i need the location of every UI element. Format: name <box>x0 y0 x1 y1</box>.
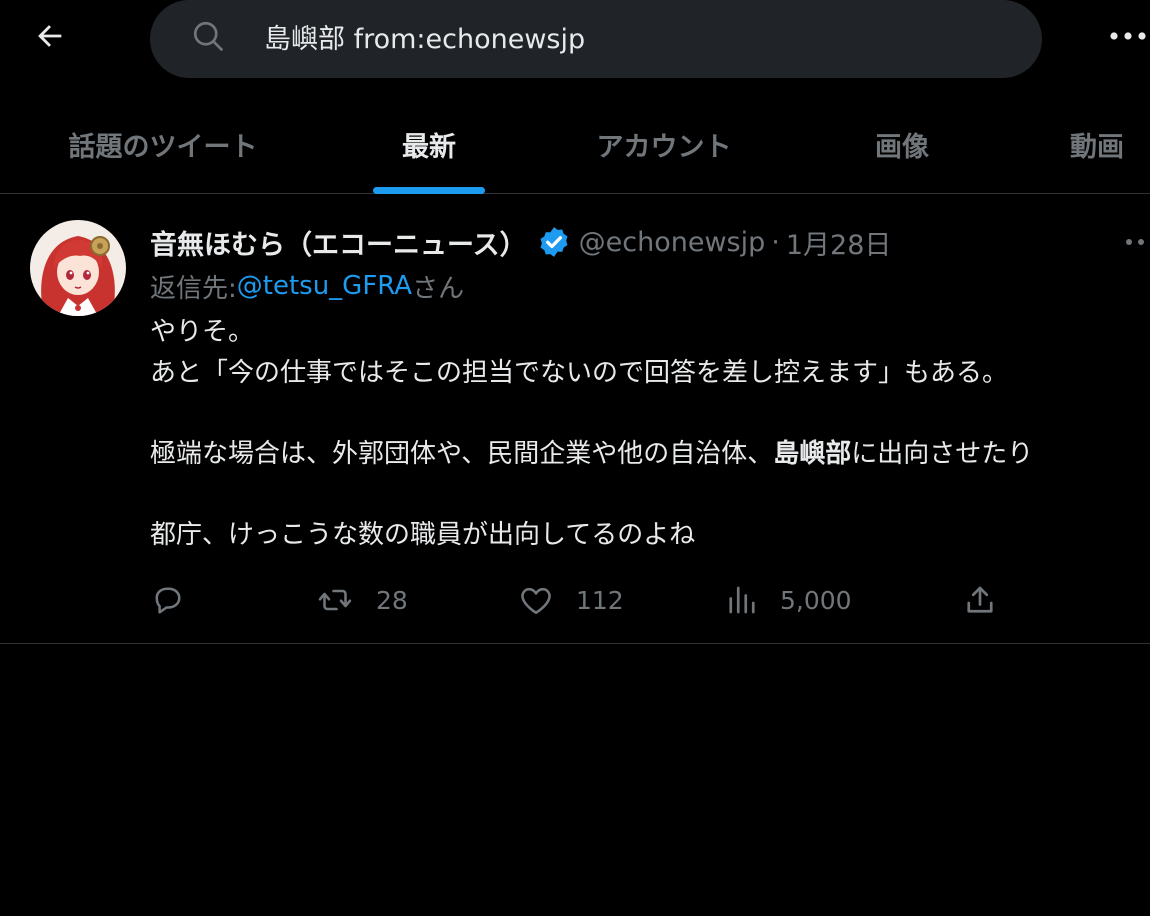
tab-top-tweets[interactable]: 話題のツイート <box>30 96 296 193</box>
verified-badge-icon <box>540 227 568 257</box>
retweet-count: 28 <box>376 585 408 615</box>
highlighted-search-term: 島嶼部 <box>773 438 852 469</box>
tweet-text-segment: 極端な場合は、外郭団体や、民間企業や他の自治体、 <box>150 438 774 469</box>
more-dots-icon <box>1126 239 1144 245</box>
retweet-icon <box>318 589 352 611</box>
tweet-text-segment: に出向させたり <box>851 438 1034 469</box>
back-arrow-icon <box>38 25 62 47</box>
tab-label: 動画 <box>1070 132 1124 163</box>
user-handle[interactable]: @echonewsjp <box>579 227 766 258</box>
tweet-body: やりそ。 あと「今の仕事ではそこの担当でないので回答を差し控えます」もある。 極… <box>150 312 1140 555</box>
top-bar <box>0 0 1150 96</box>
heart-icon <box>521 587 551 615</box>
tweet[interactable]: 音無ほむら（エコーニュース） @echonewsjp · 1月28日 返信先: … <box>0 194 1150 644</box>
tweet-date[interactable]: 1月28日 <box>786 223 892 262</box>
search-icon <box>193 21 223 51</box>
retweet-button[interactable]: 28 <box>316 578 408 622</box>
reply-prefix: 返信先: <box>150 273 237 304</box>
tweet-line: あと「今の仕事ではそこの担当でないので回答を差し控えます」もある。 <box>150 357 1009 388</box>
tweet-actions: 28 112 5,000 <box>150 578 1050 622</box>
share-icon <box>967 586 993 613</box>
views-button[interactable]: 5,000 <box>724 578 852 622</box>
tab-label: 画像 <box>875 132 929 163</box>
reply-icon <box>155 587 181 614</box>
back-button[interactable] <box>20 12 80 60</box>
tab-label: 最新 <box>402 132 456 163</box>
tab-images[interactable]: 画像 <box>850 96 954 193</box>
analytics-icon <box>729 586 755 614</box>
tweet-more-button[interactable] <box>1124 232 1150 252</box>
like-button[interactable]: 112 <box>518 578 624 622</box>
active-tab-indicator <box>373 187 485 194</box>
separator-dot: · <box>771 226 780 258</box>
search-tabs: 話題のツイート 最新 アカウント 画像 動画 <box>0 96 1150 194</box>
view-count: 5,000 <box>780 585 852 615</box>
reply-mention-link[interactable]: @tetsu_GFRA <box>237 271 412 301</box>
like-count: 112 <box>576 585 624 615</box>
tab-latest[interactable]: 最新 <box>373 96 485 194</box>
tab-label: 話題のツイート <box>68 132 258 163</box>
share-button[interactable] <box>962 578 998 622</box>
tab-videos[interactable]: 動画 <box>1050 96 1144 193</box>
reply-suffix: さん <box>412 273 465 304</box>
search-input[interactable] <box>264 14 1004 58</box>
reply-button[interactable] <box>150 578 186 622</box>
reply-to-line: 返信先: @tetsu_GFRA さん <box>150 266 464 306</box>
tweet-header: 音無ほむら（エコーニュース） @echonewsjp · 1月28日 <box>150 220 891 264</box>
tab-accounts[interactable]: アカウント <box>574 96 754 193</box>
avatar[interactable] <box>30 220 126 316</box>
tweet-line: 極端な場合は、外郭団体や、民間企業や他の自治体、島嶼部に出向させたり <box>150 434 1140 475</box>
more-options-button[interactable] <box>1108 18 1150 54</box>
more-dots-icon <box>1110 32 1146 40</box>
display-name[interactable]: 音無ほむら（エコーニュース） <box>150 223 527 262</box>
tweet-line: 都庁、けっこうな数の職員が出向してるのよね <box>150 519 696 550</box>
search-box[interactable] <box>150 0 1042 78</box>
tweet-line: やりそ。 <box>150 317 255 347</box>
tab-label: アカウント <box>596 132 732 163</box>
avatar-image <box>30 220 126 316</box>
